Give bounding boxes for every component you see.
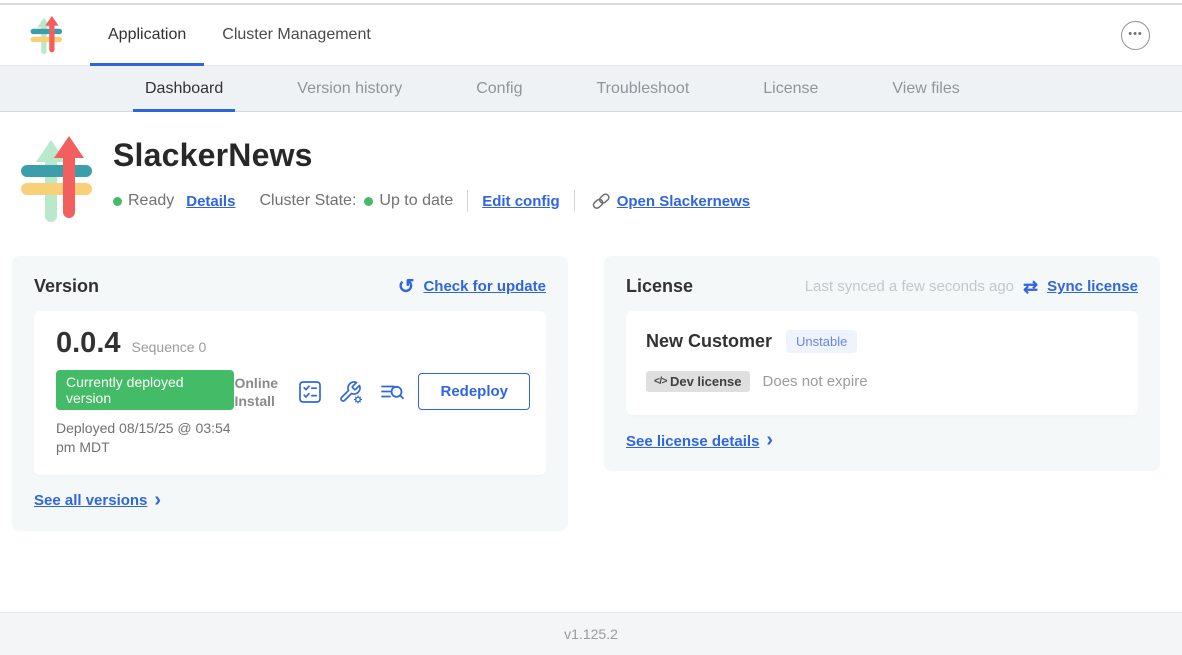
license-card: License Last synced a few seconds ago ⇄ … [604, 256, 1160, 471]
app-header: Application Cluster Management ••• [0, 5, 1182, 66]
tab-troubleshoot-label: Troubleshoot [596, 80, 689, 98]
tab-config[interactable]: Config [464, 66, 534, 111]
code-icon: </> [654, 376, 667, 387]
app-footer: v1.125.2 [0, 612, 1182, 655]
cluster-state-label: Cluster State: [259, 192, 356, 210]
license-card-title: License [626, 276, 693, 297]
tab-config-label: Config [476, 80, 522, 98]
preflight-checklist-icon[interactable] [297, 379, 323, 405]
divider [467, 190, 468, 212]
deployed-timestamp: Deployed 08/15/25 @ 03:54 pm MDT [56, 419, 234, 457]
tab-application[interactable]: Application [90, 5, 204, 65]
tab-view-files[interactable]: View files [880, 66, 971, 111]
tab-cluster-management-label: Cluster Management [222, 26, 371, 44]
last-synced-text: Last synced a few seconds ago [805, 278, 1014, 295]
version-sequence: Sequence 0 [132, 339, 207, 355]
see-license-details-link[interactable]: See license details [626, 433, 759, 450]
overflow-menu-button[interactable]: ••• [1121, 21, 1150, 50]
open-app-link[interactable]: Open Slackernews [617, 193, 750, 210]
check-for-update-link[interactable]: Check for update [423, 278, 546, 295]
version-number: 0.0.4 [56, 327, 121, 360]
config-wrench-icon[interactable] [338, 379, 364, 405]
tab-dashboard[interactable]: Dashboard [133, 66, 235, 111]
console-version: v1.125.2 [564, 626, 618, 642]
customer-name: New Customer [646, 331, 772, 352]
tab-view-files-label: View files [892, 80, 959, 98]
tab-version-history-label: Version history [297, 80, 402, 98]
current-version-panel: 0.0.4 Sequence 0 Currently deployed vers… [34, 311, 546, 475]
app-hero: SlackerNews Ready Details Cluster State:… [0, 112, 1182, 224]
tab-cluster-management[interactable]: Cluster Management [204, 5, 389, 65]
license-expiry: Does not expire [763, 373, 868, 390]
app-status-text: Ready [128, 192, 174, 210]
chevron-right-icon: › [766, 430, 773, 450]
see-all-versions-link[interactable]: See all versions [34, 492, 147, 509]
details-link[interactable]: Details [186, 193, 235, 210]
refresh-icon[interactable]: ↺ [398, 277, 415, 297]
status-row: Ready Details Cluster State: Up to date … [113, 190, 750, 212]
redeploy-button[interactable]: Redeploy [418, 373, 530, 410]
version-card-title: Version [34, 276, 99, 297]
channel-badge: Unstable [786, 330, 857, 353]
deploy-logs-icon[interactable] [379, 379, 405, 405]
page-title: SlackerNews [113, 137, 750, 174]
version-card: Version ↺ Check for update 0.0.4 Sequenc… [12, 256, 568, 531]
app-status-dot [113, 197, 122, 206]
app-icon-large [20, 134, 96, 224]
chain-link-icon[interactable] [591, 191, 611, 211]
sync-icon[interactable]: ⇄ [1023, 278, 1038, 296]
tab-application-label: Application [108, 26, 186, 44]
tab-license-label: License [763, 80, 818, 98]
license-type-label: Dev license [670, 374, 742, 389]
tab-dashboard-label: Dashboard [145, 80, 223, 98]
cluster-state-value: Up to date [379, 192, 453, 210]
main-content: SlackerNews Ready Details Cluster State:… [0, 112, 1182, 612]
sync-license-link[interactable]: Sync license [1047, 278, 1138, 295]
divider [574, 190, 575, 212]
license-panel: New Customer Unstable </> Dev license Do… [626, 311, 1138, 415]
app-subnav: Dashboard Version history Config Trouble… [0, 66, 1182, 112]
dashboard-cards: Version ↺ Check for update 0.0.4 Sequenc… [12, 256, 1170, 531]
header-tabs: Application Cluster Management [90, 5, 389, 65]
tab-troubleshoot[interactable]: Troubleshoot [584, 66, 701, 111]
deployed-version-badge: Currently deployed version [56, 370, 234, 410]
tab-license[interactable]: License [751, 66, 830, 111]
ellipsis-icon: ••• [1128, 29, 1143, 40]
app-logo-icon[interactable] [30, 15, 64, 55]
install-type-label: Online Install [234, 374, 282, 410]
tab-version-history[interactable]: Version history [285, 66, 414, 111]
edit-config-link[interactable]: Edit config [482, 193, 560, 210]
cluster-state-dot [364, 197, 373, 206]
chevron-right-icon: › [154, 490, 161, 510]
license-type-badge: </> Dev license [646, 371, 750, 392]
